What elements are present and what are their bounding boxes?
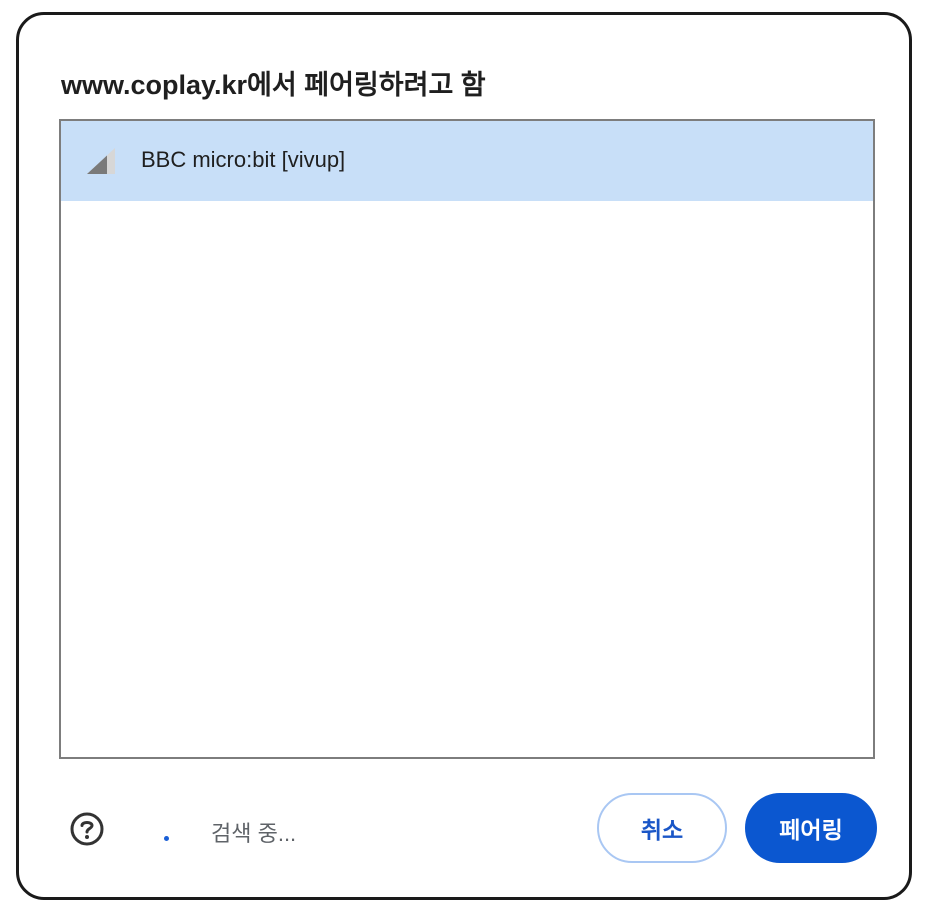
help-icon[interactable] (69, 811, 105, 847)
signal-strength-icon (87, 148, 115, 174)
pair-button[interactable]: 페어링 (745, 793, 877, 863)
dialog-title: www.coplay.kr에서 페어링하려고 함 (61, 70, 486, 100)
search-status-text: 검색 중... (211, 821, 297, 846)
device-name: BBC micro:bit [vivup] (141, 147, 346, 172)
device-list-item[interactable]: BBC micro:bit [vivup] (61, 121, 873, 201)
bluetooth-pairing-dialog: www.coplay.kr에서 페어링하려고 함 BBC micro:bit [… (16, 12, 912, 900)
device-list[interactable]: BBC micro:bit [vivup] (59, 119, 875, 759)
cancel-button[interactable]: 취소 (597, 793, 727, 863)
loading-spinner-icon (164, 836, 169, 841)
